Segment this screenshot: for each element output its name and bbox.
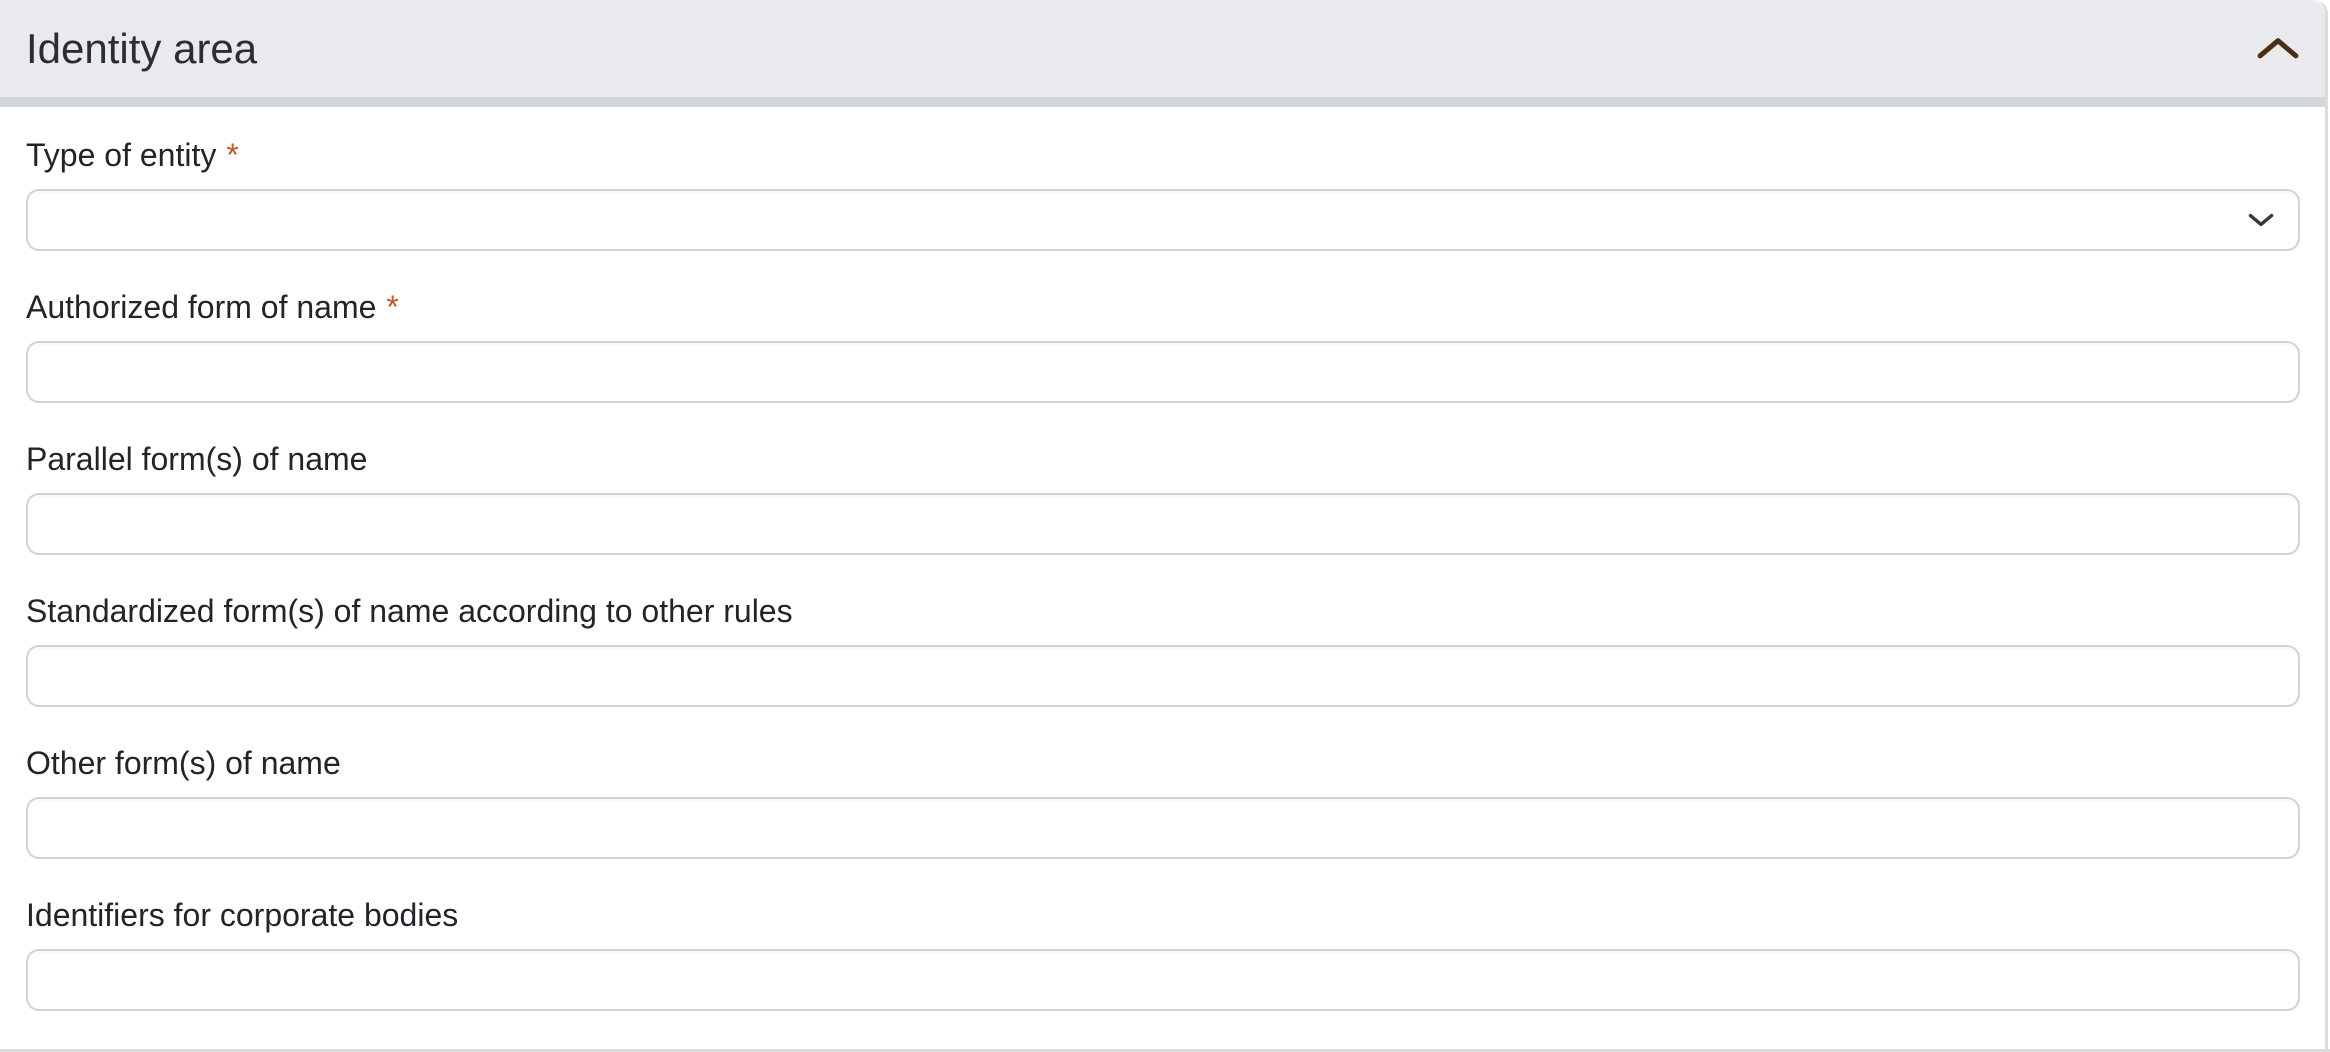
field-control [26, 645, 2300, 707]
form-field: Parallel form(s) of name [26, 441, 2300, 555]
field-control [26, 949, 2300, 1011]
form-field: Authorized form of name * [26, 289, 2300, 403]
field-label: Authorized form of name * [26, 289, 2300, 325]
section-title: Identity area [26, 25, 257, 73]
field-label-text: Authorized form of name [26, 289, 376, 325]
type-of-entity-select[interactable] [26, 189, 2300, 251]
standardized-form-s-of-name-according-to-other-rules-input[interactable] [26, 645, 2300, 707]
field-label: Standardized form(s) of name according t… [26, 593, 2300, 629]
parallel-form-s-of-name-input[interactable] [26, 493, 2300, 555]
field-label: Other form(s) of name [26, 745, 2300, 781]
field-control [26, 797, 2300, 859]
field-control [26, 189, 2300, 251]
field-label: Identifiers for corporate bodies [26, 897, 2300, 933]
chevron-down-icon [2248, 214, 2274, 227]
field-control [26, 341, 2300, 403]
identity-area-section: Identity area Type of entity * Authorized… [0, 0, 2328, 1049]
field-label: Type of entity * [26, 137, 2300, 173]
authorized-form-of-name-input[interactable] [26, 341, 2300, 403]
form-field: Standardized form(s) of name according t… [26, 593, 2300, 707]
field-control [26, 493, 2300, 555]
form-field: Identifiers for corporate bodies [26, 897, 2300, 1011]
field-label-text: Parallel form(s) of name [26, 441, 367, 477]
chevron-up-icon [2257, 38, 2299, 59]
required-asterisk: * [226, 137, 238, 173]
field-label-text: Other form(s) of name [26, 745, 341, 781]
field-label-text: Identifiers for corporate bodies [26, 897, 458, 933]
other-form-s-of-name-input[interactable] [26, 797, 2300, 859]
field-label-text: Standardized form(s) of name according t… [26, 593, 793, 629]
accordion-header-identity-area[interactable]: Identity area [0, 0, 2325, 97]
field-label: Parallel form(s) of name [26, 441, 2300, 477]
required-asterisk: * [386, 289, 398, 325]
header-divider [0, 97, 2325, 107]
form-field: Type of entity * [26, 137, 2300, 251]
field-label-text: Type of entity [26, 137, 216, 173]
identity-form: Type of entity * Authorized form of name *… [0, 107, 2325, 1044]
identifiers-for-corporate-bodies-input[interactable] [26, 949, 2300, 1011]
form-field: Other form(s) of name [26, 745, 2300, 859]
